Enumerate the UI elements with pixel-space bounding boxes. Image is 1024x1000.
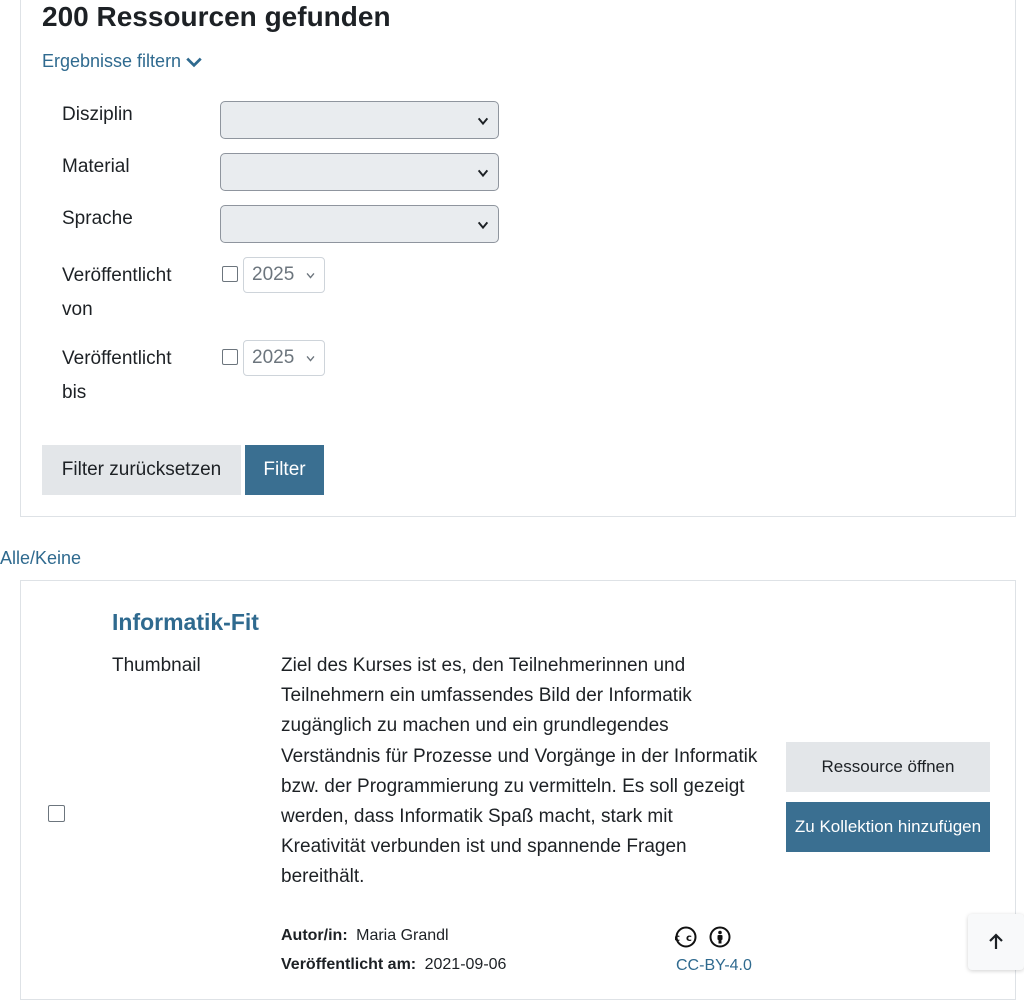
material-row: Material: [62, 151, 130, 183]
published-until-year-select[interactable]: 2025: [243, 340, 325, 376]
apply-filter-label: Filter: [263, 459, 306, 480]
chevron-down-icon: [306, 355, 315, 362]
discipline-select[interactable]: [220, 101, 499, 139]
published-from-row: Veröffentlicht von: [62, 259, 172, 327]
chevron-down-icon: [306, 272, 315, 279]
author-meta: Autor/in: Maria Grandl: [281, 927, 449, 945]
add-to-collection-label: Zu Kollektion hinzufügen: [794, 817, 982, 836]
svg-text:cc: cc: [675, 933, 697, 944]
apply-filter-button[interactable]: Filter: [245, 445, 324, 495]
reset-filter-label: Filter zurücksetzen: [61, 459, 222, 480]
material-label: Material: [62, 156, 130, 177]
resource-select-checkbox[interactable]: [48, 805, 65, 822]
published-meta: Veröffentlicht am: 2021-09-06: [281, 956, 506, 974]
chevron-down-icon: [477, 169, 489, 178]
open-resource-label: Ressource öffnen: [821, 757, 955, 776]
filter-toggle-link[interactable]: Ergebnisse filtern: [42, 51, 203, 72]
published-from-label-line2: von: [62, 299, 93, 320]
published-from-year-select[interactable]: 2025: [243, 257, 325, 293]
author-label: Autor/in:: [281, 927, 348, 944]
published-from-checkbox[interactable]: [222, 266, 238, 282]
material-select[interactable]: [220, 153, 499, 191]
published-date-value: 2021-09-06: [424, 956, 507, 973]
published-until-year-value: 2025: [252, 347, 295, 368]
filter-panel: 200 Ressourcen gefunden Ergebnisse filte…: [20, 0, 1016, 517]
published-from-year-value: 2025: [252, 264, 295, 285]
results-count-title: 200 Ressourcen gefunden: [42, 1, 391, 32]
language-row: Sprache: [62, 203, 133, 235]
published-until-checkbox[interactable]: [222, 349, 238, 365]
published-until-row: Veröffentlicht bis: [62, 342, 172, 410]
discipline-row: Disziplin: [62, 99, 133, 131]
reset-filter-button[interactable]: Filter zurücksetzen: [42, 445, 241, 495]
cc-icon: cc: [674, 926, 697, 948]
published-until-label-line1: Veröffentlicht: [62, 348, 172, 369]
chevron-down-icon: [186, 57, 202, 67]
filter-toggle-label: Ergebnisse filtern: [42, 51, 182, 71]
chevron-down-icon: [477, 117, 489, 126]
license-icons: cc: [674, 923, 731, 949]
thumbnail-placeholder: Thumbnail: [112, 655, 201, 676]
discipline-label: Disziplin: [62, 104, 133, 125]
published-until-label-line2: bis: [62, 382, 87, 403]
published-from-label-line1: Veröffentlicht: [62, 265, 172, 286]
language-select[interactable]: [220, 205, 499, 243]
add-to-collection-button[interactable]: Zu Kollektion hinzufügen: [786, 802, 990, 852]
back-to-top-button[interactable]: [968, 914, 1024, 970]
published-date-label: Veröffentlicht am:: [281, 956, 417, 973]
resource-description: Ziel des Kurses ist es, den Teilnehmerin…: [281, 655, 758, 888]
license-link[interactable]: CC-BY-4.0: [676, 957, 752, 975]
resource-title[interactable]: Informatik-Fit: [112, 609, 259, 636]
language-label: Sprache: [62, 208, 133, 229]
open-resource-button[interactable]: Ressource öffnen: [786, 742, 990, 792]
arrow-up-icon: [989, 933, 1003, 949]
chevron-down-icon: [477, 221, 489, 230]
resource-card: Informatik-Fit Thumbnail Ziel des Kurses…: [20, 580, 1016, 1000]
select-all-none-link[interactable]: Alle/Keine: [0, 548, 81, 569]
author-value: Maria Grandl: [356, 927, 449, 944]
by-attribution-icon: [709, 926, 731, 948]
